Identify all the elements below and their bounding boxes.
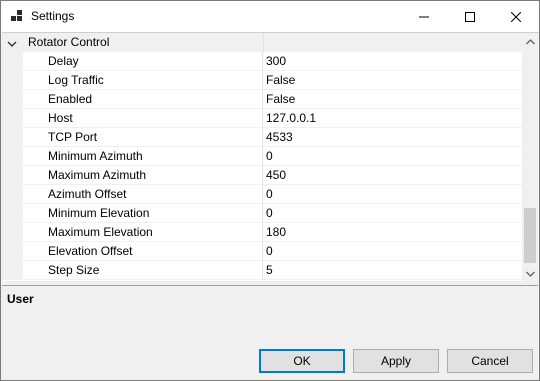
category-label: Rotator Control bbox=[28, 35, 110, 49]
property-value[interactable]: 127.0.0.1 bbox=[263, 109, 522, 128]
minimize-icon bbox=[419, 16, 429, 17]
property-name: Maximum Elevation bbox=[23, 223, 263, 242]
scroll-down-button[interactable] bbox=[522, 265, 538, 281]
title-bar[interactable]: Settings bbox=[1, 1, 539, 32]
scroll-up-button[interactable] bbox=[522, 33, 538, 50]
property-row-tcp-port[interactable]: TCP Port 4533 bbox=[2, 128, 522, 147]
property-row-minimum-azimuth[interactable]: Minimum Azimuth 0 bbox=[2, 147, 522, 166]
property-row-minimum-elevation[interactable]: Minimum Elevation 0 bbox=[2, 204, 522, 223]
property-row-maximum-elevation[interactable]: Maximum Elevation 180 bbox=[2, 223, 522, 242]
property-value[interactable]: 0 bbox=[263, 204, 522, 223]
property-value[interactable]: False bbox=[263, 71, 522, 90]
minimize-button[interactable] bbox=[401, 1, 447, 32]
close-button[interactable] bbox=[493, 1, 539, 32]
property-row-log-traffic[interactable]: Log Traffic False bbox=[2, 71, 522, 90]
row-gutter bbox=[2, 147, 23, 166]
help-panel: User bbox=[2, 285, 538, 346]
property-name: Minimum Azimuth bbox=[23, 147, 263, 166]
property-name: Host bbox=[23, 109, 263, 128]
row-gutter bbox=[2, 128, 23, 147]
row-gutter bbox=[2, 223, 23, 242]
property-value[interactable]: 5 bbox=[263, 261, 522, 280]
property-value[interactable]: 450 bbox=[263, 166, 522, 185]
property-name: Azimuth Offset bbox=[23, 185, 263, 204]
property-name: Delay bbox=[23, 52, 263, 71]
app-icon bbox=[11, 10, 23, 22]
row-gutter bbox=[2, 261, 23, 280]
property-value[interactable]: 0 bbox=[263, 147, 522, 166]
help-title: User bbox=[7, 292, 34, 306]
property-value[interactable]: 0 bbox=[263, 242, 522, 261]
chevron-up-icon bbox=[525, 38, 535, 44]
settings-window: Settings Rotator Control Delay 300 Log T… bbox=[0, 0, 540, 381]
property-name: Minimum Elevation bbox=[23, 204, 263, 223]
property-row-maximum-azimuth[interactable]: Maximum Azimuth 450 bbox=[2, 166, 522, 185]
property-value[interactable]: 0 bbox=[263, 185, 522, 204]
row-gutter bbox=[2, 242, 23, 261]
cancel-button[interactable]: Cancel bbox=[447, 349, 533, 373]
property-name: TCP Port bbox=[23, 128, 263, 147]
property-name: Enabled bbox=[23, 90, 263, 109]
row-gutter bbox=[2, 90, 23, 109]
property-value[interactable]: 180 bbox=[263, 223, 522, 242]
category-row[interactable]: Rotator Control bbox=[2, 33, 522, 52]
property-row-azimuth-offset[interactable]: Azimuth Offset 0 bbox=[2, 185, 522, 204]
property-row-enabled[interactable]: Enabled False bbox=[2, 90, 522, 109]
property-name: Maximum Azimuth bbox=[23, 166, 263, 185]
row-gutter bbox=[2, 204, 23, 223]
property-row-host[interactable]: Host 127.0.0.1 bbox=[2, 109, 522, 128]
row-gutter bbox=[2, 52, 23, 71]
ok-button[interactable]: OK bbox=[259, 349, 345, 373]
row-gutter bbox=[2, 185, 23, 204]
chevron-down-icon bbox=[525, 271, 535, 277]
property-name: Step Size bbox=[23, 261, 263, 280]
maximize-button[interactable] bbox=[447, 1, 493, 32]
chevron-down-icon[interactable] bbox=[7, 38, 17, 48]
row-gutter bbox=[2, 109, 23, 128]
property-value[interactable]: 4533 bbox=[263, 128, 522, 147]
property-row-step-size[interactable]: Step Size 5 bbox=[2, 261, 522, 280]
property-name: Elevation Offset bbox=[23, 242, 263, 261]
apply-button[interactable]: Apply bbox=[353, 349, 439, 373]
row-gutter bbox=[2, 71, 23, 90]
vertical-scrollbar[interactable] bbox=[522, 33, 538, 281]
scroll-thumb[interactable] bbox=[524, 208, 536, 263]
property-row-elevation-offset[interactable]: Elevation Offset 0 bbox=[2, 242, 522, 261]
window-title: Settings bbox=[31, 9, 75, 23]
property-row-delay[interactable]: Delay 300 bbox=[2, 52, 522, 71]
close-icon bbox=[511, 11, 521, 22]
row-gutter bbox=[2, 166, 23, 185]
property-value[interactable]: 300 bbox=[263, 52, 522, 71]
property-value[interactable]: False bbox=[263, 90, 522, 109]
property-name: Log Traffic bbox=[23, 71, 263, 90]
maximize-icon bbox=[465, 11, 475, 22]
column-divider bbox=[263, 33, 264, 52]
property-grid[interactable]: Rotator Control Delay 300 Log Traffic Fa… bbox=[2, 32, 538, 281]
